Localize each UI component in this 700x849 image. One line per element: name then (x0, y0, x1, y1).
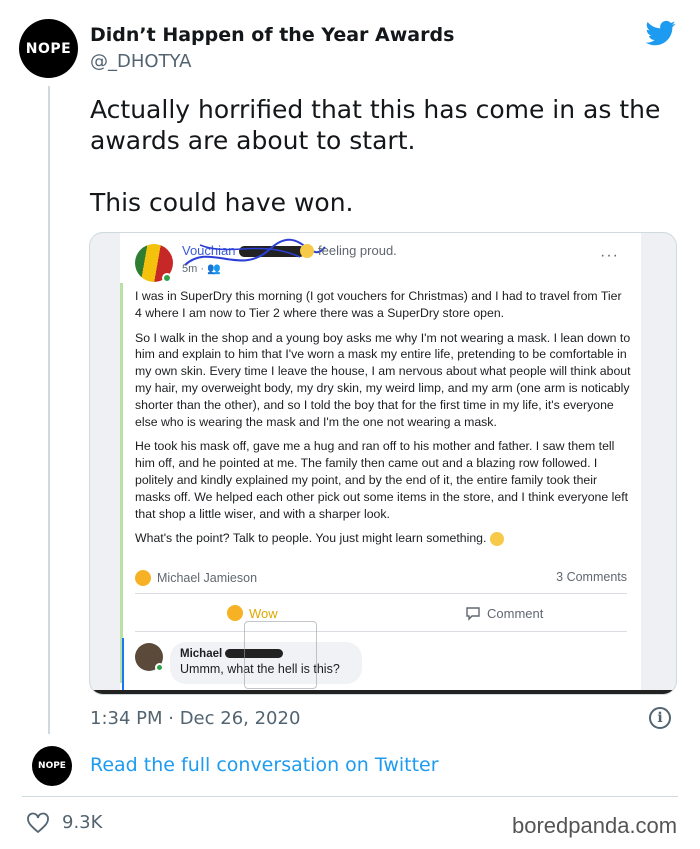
reactor-name: Michael Jamieson (157, 571, 258, 585)
post-accent-bar (120, 283, 123, 683)
facebook-post-screenshot: Vouchian feeling proud. 5m · 👥 ··· I was… (120, 233, 641, 691)
more-options-icon: ··· (600, 247, 619, 264)
watermark: boredpanda.com (512, 813, 678, 838)
thread-line (48, 86, 50, 734)
author-avatar-small[interactable]: NOPE (32, 746, 72, 786)
wow-emoji-icon (135, 570, 151, 586)
divider (135, 593, 627, 594)
info-icon[interactable]: i (649, 707, 671, 729)
read-conversation-link[interactable]: Read the full conversation on Twitter (90, 754, 439, 776)
wow-emoji-icon (227, 605, 243, 621)
wow-reaction-button: Wow (227, 605, 278, 621)
reactor-info: Michael Jamieson (135, 570, 257, 586)
comment-button: Comment (465, 605, 543, 621)
smile-emoji-icon (300, 243, 314, 258)
selection-box-overlay (244, 621, 317, 689)
post-paragraph-text: What's the point? Talk to people. You ju… (135, 531, 487, 546)
online-status-dot (162, 273, 172, 283)
tweet-text-line: This could have won. (90, 188, 354, 217)
author-avatar[interactable]: NOPE (19, 19, 78, 78)
post-paragraph: He took his mask off, gave me a hug and … (135, 439, 629, 521)
author-handle[interactable]: @_DHOTYA (90, 51, 191, 72)
like-count[interactable]: 9.3K (62, 812, 102, 833)
post-time-text: 5m · (182, 263, 208, 275)
post-paragraph: So I walk in the shop and a young boy as… (135, 330, 631, 429)
tweet-timestamp[interactable]: 1:34 PM · Dec 26, 2020 (90, 708, 300, 729)
online-status-dot (155, 663, 164, 672)
post-paragraph: What's the point? Talk to people. You ju… (135, 530, 631, 547)
post-paragraph: I was in SuperDry this morning (I got vo… (135, 289, 622, 320)
friends-icon: 👥 (207, 263, 221, 275)
divider (135, 631, 627, 632)
wow-label: Wow (249, 605, 278, 621)
feeling-text: feeling proud. (318, 243, 397, 258)
smile-emoji-icon (489, 532, 504, 547)
divider (22, 796, 678, 797)
author-name[interactable]: Didn’t Happen of the Year Awards (90, 24, 454, 46)
post-body: I was in SuperDry this morning (I got vo… (135, 288, 631, 555)
comment-bubble-icon (466, 607, 480, 621)
twitter-bird-icon[interactable] (644, 18, 678, 48)
tweet-text-line: Actually horrified that this has come in… (90, 95, 661, 155)
media-bottom-edge (90, 690, 676, 694)
tweet-text: Actually horrified that this has come in… (90, 94, 685, 249)
comment-count: 3 Comments (556, 570, 627, 584)
heart-icon[interactable] (26, 811, 50, 835)
comment-thread-line (122, 638, 124, 691)
post-time: 5m · 👥 (182, 262, 221, 275)
commenter-name-partial: Michael (180, 648, 223, 660)
comment-label: Comment (487, 605, 544, 621)
tweet-media-image[interactable]: Vouchian feeling proud. 5m · 👥 ··· I was… (89, 232, 677, 695)
post-actions: Wow Comment (135, 605, 627, 625)
feeling-status: feeling proud. (300, 243, 397, 258)
